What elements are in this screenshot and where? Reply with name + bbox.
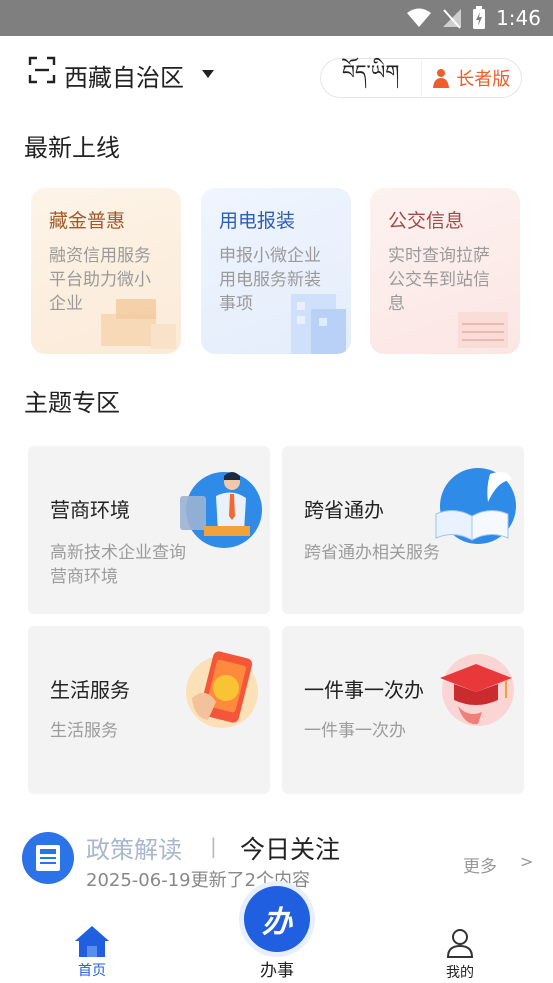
theme-card-desc: 生活服务 — [50, 721, 118, 741]
latest-section-title: 最新上线 — [24, 134, 120, 162]
no-signal-icon — [443, 9, 462, 29]
graduation-cap-icon — [440, 654, 514, 726]
businessman-icon — [180, 472, 262, 548]
elder-mode-label: 长者版 — [456, 69, 511, 90]
tab-home[interactable]: 首页 — [68, 924, 116, 980]
document-lines-icon — [458, 312, 508, 348]
newspaper-icon — [22, 832, 74, 884]
home-icon — [75, 926, 109, 957]
more-link[interactable]: 更多 — [463, 852, 497, 877]
theme-card-desc: 跨省通办相关服务 — [304, 543, 440, 563]
finance-illustration-icon — [101, 299, 176, 349]
theme-card-cross-province[interactable]: 跨省通办 跨省通办相关服务 — [282, 446, 524, 614]
header: 西藏自治区 བོད་ཡིག 长者版 — [0, 36, 553, 120]
tab-mine[interactable]: 我的 — [436, 928, 484, 982]
status-icons: 1:46 — [406, 6, 541, 30]
tab-service[interactable]: 办事 — [246, 956, 308, 981]
user-icon — [446, 929, 474, 958]
chevron-down-icon[interactable] — [202, 70, 214, 78]
bottom-tab-bar: 首页 办 办事 我的 — [0, 886, 553, 983]
promo-card-title: 藏金普惠 — [49, 210, 126, 232]
theme-card-title: 一件事一次办 — [304, 678, 424, 702]
scan-icon[interactable] — [28, 56, 56, 84]
promo-card-electricity[interactable]: 用电报装 申报小微企业用电服务新装事项 — [201, 188, 351, 354]
theme-card-title: 营商环境 — [50, 498, 130, 522]
chevron-right-icon[interactable]: > — [520, 852, 533, 871]
status-bar: 1:46 — [0, 0, 553, 36]
tibetan-language-button[interactable]: བོད་ཡིག — [321, 50, 421, 106]
tab-home-label: 首页 — [78, 963, 106, 979]
promo-card-title: 公交信息 — [388, 210, 465, 232]
policy-reading-tab[interactable]: 政策解读 — [86, 830, 182, 865]
theme-card-one-thing[interactable]: 一件事一次办 一件事一次办 — [282, 626, 524, 794]
elder-person-icon — [433, 69, 450, 88]
tab-service-label: 办事 — [260, 961, 294, 981]
today-focus-tab[interactable]: 今日关注 — [240, 830, 340, 866]
status-time: 1:46 — [496, 6, 541, 30]
region-selector[interactable]: 西藏自治区 — [64, 58, 184, 93]
theme-card-desc: 一件事一次办 — [304, 721, 406, 741]
theme-card-life-service[interactable]: 生活服务 生活服务 — [28, 626, 270, 794]
theme-card-desc: 高新技术企业查询营商环境 — [50, 543, 186, 587]
elder-mode-button[interactable]: 长者版 — [420, 59, 522, 97]
battery-charging-icon — [473, 6, 486, 29]
wifi-icon — [407, 8, 432, 27]
news-bar[interactable]: 政策解读 | 今日关注 2025-06-19更新了2个内容 更多 > — [0, 822, 553, 892]
theme-card-business[interactable]: 营商环境 高新技术企业查询营商环境 — [28, 446, 270, 614]
tab-mine-label: 我的 — [446, 965, 474, 981]
service-button[interactable]: 办 — [244, 886, 310, 952]
phone-life-icon — [186, 651, 258, 728]
language-toggle: བོད་ཡིག 长者版 — [320, 58, 522, 98]
promo-card-zangjin[interactable]: 藏金普惠 融资信用服务平台助力微小企业 — [31, 188, 181, 354]
promo-card-bus[interactable]: 公交信息 实时查询拉萨公交车到站信息 — [370, 188, 520, 354]
promo-card-title: 用电报装 — [219, 210, 296, 232]
service-icon: 办 — [262, 905, 292, 940]
themes-section-title: 主题专区 — [24, 389, 120, 417]
building-illustration-icon — [291, 294, 346, 354]
tab-separator: | — [210, 834, 217, 858]
theme-card-title: 生活服务 — [50, 678, 130, 702]
theme-card-title: 跨省通办 — [304, 498, 384, 522]
book-quill-icon — [435, 468, 516, 544]
